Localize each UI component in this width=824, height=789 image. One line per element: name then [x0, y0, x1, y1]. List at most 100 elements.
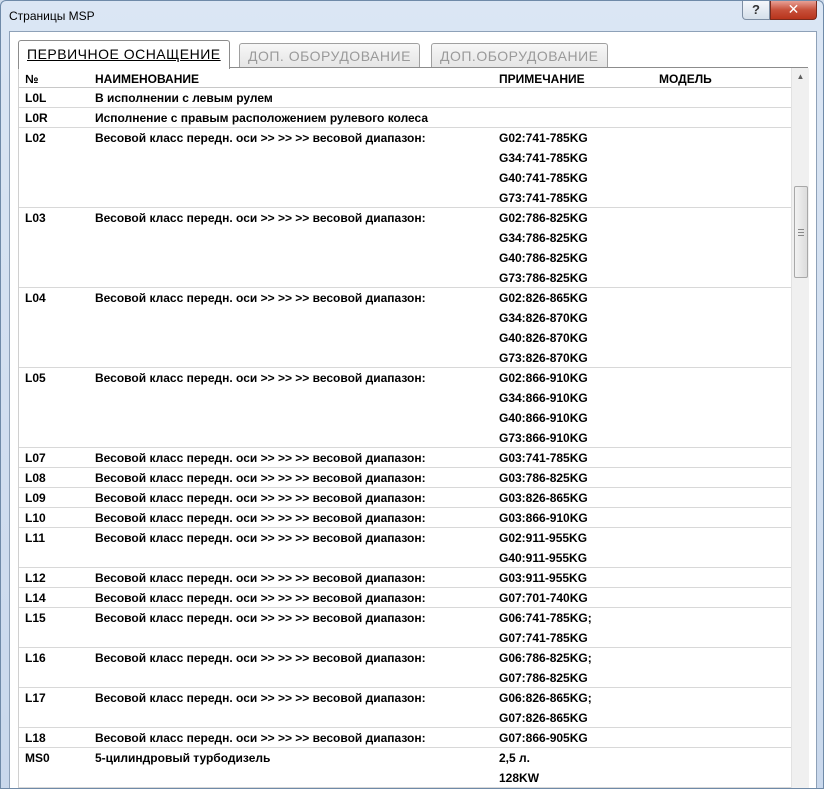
- close-button[interactable]: ✕: [770, 1, 817, 20]
- row-name: Весовой класс передн. оси >> >> >> весов…: [95, 691, 426, 705]
- row-code: L07: [25, 451, 46, 465]
- tab-panel: № НАИМЕНОВАНИЕ ПРИМЕЧАНИЕ МОДЕЛЬ L0L В ис…: [18, 67, 809, 788]
- row-notes: G06:786-825KG; G07:786-825KG: [499, 651, 592, 691]
- row-code: L16: [25, 651, 46, 665]
- table-row[interactable]: L12 Весовой класс передн. оси >> >> >> ве…: [19, 568, 791, 588]
- column-header-note[interactable]: ПРИМЕЧАНИЕ: [499, 72, 585, 86]
- row-note-line: G34:786-825KG: [499, 231, 588, 245]
- table-row[interactable]: L18 Весовой класс передн. оси >> >> >> ве…: [19, 728, 791, 748]
- table-row[interactable]: L16 Весовой класс передн. оси >> >> >> ве…: [19, 648, 791, 688]
- table-row[interactable]: L15 Весовой класс передн. оси >> >> >> ве…: [19, 608, 791, 648]
- row-note-line: G06:826-865KG;: [499, 691, 592, 705]
- column-header-model[interactable]: МОДЕЛЬ: [659, 72, 712, 86]
- row-notes: G02:911-955KG G40:911-955KG: [499, 531, 587, 571]
- tab-label: ДОП. ОБОРУДОВАНИЕ: [248, 48, 411, 64]
- row-name: Весовой класс передн. оси >> >> >> весов…: [95, 591, 426, 605]
- row-note-line: G06:786-825KG;: [499, 651, 592, 665]
- row-code: L12: [25, 571, 46, 585]
- row-code: L18: [25, 731, 46, 745]
- table-row[interactable]: L03 Весовой класс передн. оси >> >> >> ве…: [19, 208, 791, 288]
- tab-strip: ПЕРВИЧНОЕ ОСНАЩЕНИЕ ДОП. ОБОРУДОВАНИЕ ДО…: [18, 40, 798, 69]
- row-name: Весовой класс передн. оси >> >> >> весов…: [95, 471, 426, 485]
- row-name: Исполнение с правым расположением рулево…: [95, 111, 429, 125]
- row-code: L09: [25, 491, 46, 505]
- row-name: Весовой класс передн. оси >> >> >> весов…: [95, 511, 426, 525]
- row-code: L08: [25, 471, 46, 485]
- table-row[interactable]: L11 Весовой класс передн. оси >> >> >> ве…: [19, 528, 791, 568]
- row-note-line: G40:866-910KG: [499, 411, 588, 425]
- table-row[interactable]: L02 Весовой класс передн. оси >> >> >> ве…: [19, 128, 791, 208]
- row-name: Весовой класс передн. оси >> >> >> весов…: [95, 611, 426, 625]
- row-notes: G02:741-785KG G34:741-785KG G40:741-785KG G…: [499, 131, 588, 211]
- table-row[interactable]: L14 Весовой класс передн. оси >> >> >> ве…: [19, 588, 791, 608]
- row-code: L02: [25, 131, 46, 145]
- row-note-line: G02:826-865KG: [499, 291, 588, 305]
- scroll-up-arrow-icon[interactable]: ▲: [792, 68, 809, 85]
- row-note-line: G02:786-825KG: [499, 211, 588, 225]
- table-row[interactable]: MS0 5-цилиндровый турбодизель 2,5 л. 128KW: [19, 748, 791, 788]
- table-row[interactable]: L07 Весовой класс передн. оси >> >> >> ве…: [19, 448, 791, 468]
- row-code: L04: [25, 291, 46, 305]
- row-note-line: G02:741-785KG: [499, 131, 588, 145]
- row-note-line: 128KW: [499, 771, 540, 785]
- row-name: Весовой класс передн. оси >> >> >> весов…: [95, 371, 426, 385]
- row-code: MS0: [25, 751, 50, 765]
- row-note-line: G06:741-785KG;: [499, 611, 592, 625]
- row-note-line: G02:911-955KG: [499, 531, 588, 545]
- row-name: Весовой класс передн. оси >> >> >> весов…: [95, 491, 426, 505]
- client-area: ПЕРВИЧНОЕ ОСНАЩЕНИЕ ДОП. ОБОРУДОВАНИЕ ДО…: [9, 31, 817, 788]
- table-body: L0L В исполнении с левым рулем L0R Исполнен…: [19, 88, 791, 788]
- help-button[interactable]: ?: [742, 1, 770, 20]
- row-note-line: G34:826-870KG: [499, 311, 588, 325]
- vertical-scrollbar[interactable]: ▲: [791, 68, 809, 788]
- tab-additional-equipment-2[interactable]: ДОП.ОБОРУДОВАНИЕ: [431, 43, 608, 68]
- table-row[interactable]: L0R Исполнение с правым расположением рул…: [19, 108, 791, 128]
- row-notes: G06:826-865KG; G07:826-865KG: [499, 691, 592, 731]
- row-note-line: G02:866-910KG: [499, 371, 588, 385]
- row-name: Весовой класс передн. оси >> >> >> весов…: [95, 451, 426, 465]
- title-bar[interactable]: Страницы MSP ? ✕: [1, 1, 823, 31]
- tab-label: ПЕРВИЧНОЕ ОСНАЩЕНИЕ: [27, 46, 221, 62]
- row-code: L14: [25, 591, 46, 605]
- row-code: L15: [25, 611, 46, 625]
- row-notes: G02:826-865KG G34:826-870KG G40:826-870KG G…: [499, 291, 588, 371]
- row-name: Весовой класс передн. оси >> >> >> весов…: [95, 291, 426, 305]
- row-note-line: G40:826-870KG: [499, 331, 588, 345]
- table-row[interactable]: L08 Весовой класс передн. оси >> >> >> ве…: [19, 468, 791, 488]
- row-code: L11: [25, 531, 46, 545]
- row-notes: 2,5 л. 128KW: [499, 751, 540, 788]
- column-header-name[interactable]: НАИМЕНОВАНИЕ: [95, 72, 199, 86]
- row-code: L0R: [25, 111, 48, 125]
- row-code: L17: [25, 691, 46, 705]
- row-name: В исполнении с левым рулем: [95, 91, 273, 105]
- tab-label: ДОП.ОБОРУДОВАНИЕ: [440, 48, 599, 64]
- row-note-line: G40:786-825KG: [499, 251, 588, 265]
- table-row[interactable]: L09 Весовой класс передн. оси >> >> >> ве…: [19, 488, 791, 508]
- equipment-table[interactable]: № НАИМЕНОВАНИЕ ПРИМЕЧАНИЕ МОДЕЛЬ L0L В ис…: [19, 68, 791, 788]
- msp-pages-window: Страницы MSP ? ✕ ПЕРВИЧНОЕ ОСНАЩЕНИЕ ДОП…: [0, 0, 824, 789]
- row-name: Весовой класс передн. оси >> >> >> весов…: [95, 651, 426, 665]
- table-row[interactable]: L17 Весовой класс передн. оси >> >> >> ве…: [19, 688, 791, 728]
- table-row[interactable]: L0L В исполнении с левым рулем: [19, 88, 791, 108]
- row-name: Весовой класс передн. оси >> >> >> весов…: [95, 531, 426, 545]
- table-row[interactable]: L10 Весовой класс передн. оси >> >> >> ве…: [19, 508, 791, 528]
- row-note-line: 2,5 л.: [499, 751, 530, 765]
- tab-additional-equipment-1[interactable]: ДОП. ОБОРУДОВАНИЕ: [239, 43, 420, 68]
- row-code: L05: [25, 371, 46, 385]
- tab-primary-equipment[interactable]: ПЕРВИЧНОЕ ОСНАЩЕНИЕ: [18, 40, 230, 69]
- row-note-line: G40:741-785KG: [499, 171, 588, 185]
- row-code: L03: [25, 211, 46, 225]
- row-code: L0L: [25, 91, 47, 105]
- row-name: Весовой класс передн. оси >> >> >> весов…: [95, 211, 426, 225]
- grip-icon: [798, 229, 804, 236]
- table-row[interactable]: L05 Весовой класс передн. оси >> >> >> ве…: [19, 368, 791, 448]
- row-notes: G02:866-910KG G34:866-910KG G40:866-910KG G…: [499, 371, 588, 451]
- row-code: L10: [25, 511, 46, 525]
- row-name: 5-цилиндровый турбодизель: [95, 751, 271, 765]
- table-row[interactable]: L04 Весовой класс передн. оси >> >> >> ве…: [19, 288, 791, 368]
- scroll-thumb[interactable]: [794, 186, 808, 278]
- row-note-line: G34:866-910KG: [499, 391, 588, 405]
- row-note-line: G34:741-785KG: [499, 151, 588, 165]
- row-notes: G06:741-785KG; G07:741-785KG: [499, 611, 592, 651]
- column-header-no[interactable]: №: [25, 72, 38, 86]
